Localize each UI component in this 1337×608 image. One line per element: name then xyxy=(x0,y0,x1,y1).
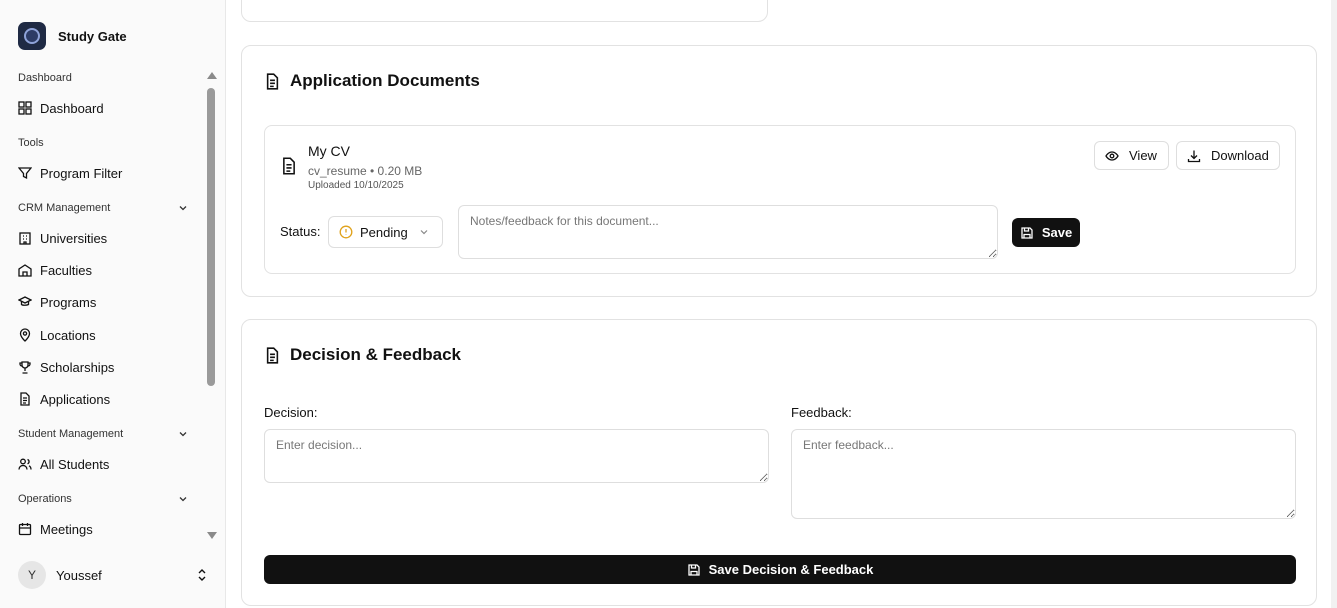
sidebar-item-label: Scholarships xyxy=(40,359,115,375)
section-title: Application Documents xyxy=(264,71,480,91)
chevron-down-icon xyxy=(179,206,187,211)
sidebar-item-all-students[interactable]: All Students xyxy=(18,454,109,474)
chevron-down-icon xyxy=(179,497,187,502)
sidebar-item-label: Program Filter xyxy=(40,165,123,181)
user-menu[interactable]: Y Youssef xyxy=(18,561,208,589)
scroll-up-arrow-icon[interactable] xyxy=(207,72,217,79)
chevrons-up-down-icon xyxy=(198,569,206,581)
document-item: My CV cv_resume • 0.20 MB Uploaded 10/10… xyxy=(264,125,1296,274)
users-icon xyxy=(18,458,32,470)
sidebar-item-label: Locations xyxy=(40,327,96,343)
document-notes-input[interactable] xyxy=(458,205,998,259)
file-text-icon xyxy=(266,346,279,364)
download-icon xyxy=(1187,150,1201,162)
sidebar-item-label: Programs xyxy=(40,294,97,310)
sidebar-item-applications[interactable]: Applications xyxy=(18,389,110,409)
building-icon xyxy=(19,232,31,245)
graduation-cap-icon xyxy=(18,296,32,306)
file-text-icon xyxy=(266,72,279,90)
document-upload-date: Uploaded 10/10/2025 xyxy=(308,180,404,191)
eye-icon xyxy=(1105,150,1119,161)
decision-input[interactable] xyxy=(264,429,769,483)
sidebar-item-label: All Students xyxy=(40,456,110,472)
sidebar-item-dashboard[interactable]: Dashboard xyxy=(18,98,104,118)
sidebar-item-meetings[interactable]: Meetings xyxy=(18,519,93,539)
decision-feedback-card: Decision & Feedback Decision: Feedback: … xyxy=(241,319,1317,606)
sidebar: Study Gate Dashboard Dashboard Tools Pro… xyxy=(0,0,226,608)
chevron-down-icon xyxy=(179,432,187,437)
calendar-icon xyxy=(18,523,32,536)
sidebar-item-scholarships[interactable]: Scholarships xyxy=(18,357,114,377)
brand-name: Study Gate xyxy=(58,28,127,44)
chevron-down-icon xyxy=(420,230,428,235)
trophy-icon xyxy=(19,361,31,374)
sidebar-item-program-filter[interactable]: Program Filter xyxy=(18,163,122,183)
sidebar-item-label: Universities xyxy=(40,230,108,246)
sidebar-item-label: Meetings xyxy=(40,521,93,537)
decision-label: Decision: xyxy=(264,405,318,420)
avatar: Y xyxy=(18,561,46,589)
status-select[interactable]: Pending xyxy=(328,216,443,248)
application-documents-card: Application Documents My CV cv_resume • … xyxy=(241,45,1317,297)
save-icon xyxy=(1021,226,1033,239)
sidebar-scrollbar-thumb[interactable] xyxy=(207,88,215,386)
document-meta: cv_resume • 0.20 MB xyxy=(308,164,423,178)
save-decision-feedback-button[interactable]: Save Decision & Feedback xyxy=(264,555,1296,584)
user-name: Youssef xyxy=(56,567,102,583)
group-label-crm[interactable]: CRM Management xyxy=(18,202,188,214)
sidebar-item-label: Applications xyxy=(40,391,111,407)
document-name: My CV xyxy=(308,143,350,159)
sidebar-item-faculties[interactable]: Faculties xyxy=(18,260,92,280)
sidebar-item-label: Faculties xyxy=(40,262,93,278)
scroll-down-arrow-icon[interactable] xyxy=(207,532,217,539)
group-label-operations[interactable]: Operations xyxy=(18,493,188,505)
group-label-dashboard: Dashboard xyxy=(18,72,72,84)
filter-icon xyxy=(18,167,32,180)
alert-circle-icon xyxy=(339,225,353,239)
status-label: Status: xyxy=(280,224,321,239)
brand[interactable]: Study Gate xyxy=(18,22,127,50)
section-title: Decision & Feedback xyxy=(264,345,461,365)
map-pin-icon xyxy=(19,328,31,342)
view-button[interactable]: View xyxy=(1094,141,1169,170)
sidebar-item-label: Dashboard xyxy=(40,100,104,116)
brand-logo-icon xyxy=(18,22,46,50)
file-text-icon xyxy=(20,392,30,406)
sidebar-item-universities[interactable]: Universities xyxy=(18,228,107,248)
sidebar-item-locations[interactable]: Locations xyxy=(18,325,96,345)
school-icon xyxy=(18,264,32,277)
sidebar-item-programs[interactable]: Programs xyxy=(18,292,96,312)
group-label-student[interactable]: Student Management xyxy=(18,428,188,440)
download-button[interactable]: Download xyxy=(1176,141,1280,170)
feedback-label: Feedback: xyxy=(791,405,852,420)
previous-card xyxy=(241,0,768,22)
file-text-icon xyxy=(283,157,295,175)
save-icon xyxy=(687,563,700,576)
grid-icon xyxy=(18,101,32,115)
save-document-button[interactable]: Save xyxy=(1012,218,1080,247)
feedback-input[interactable] xyxy=(791,429,1296,519)
group-label-tools: Tools xyxy=(18,137,44,149)
page-scrollbar[interactable] xyxy=(1331,0,1337,608)
